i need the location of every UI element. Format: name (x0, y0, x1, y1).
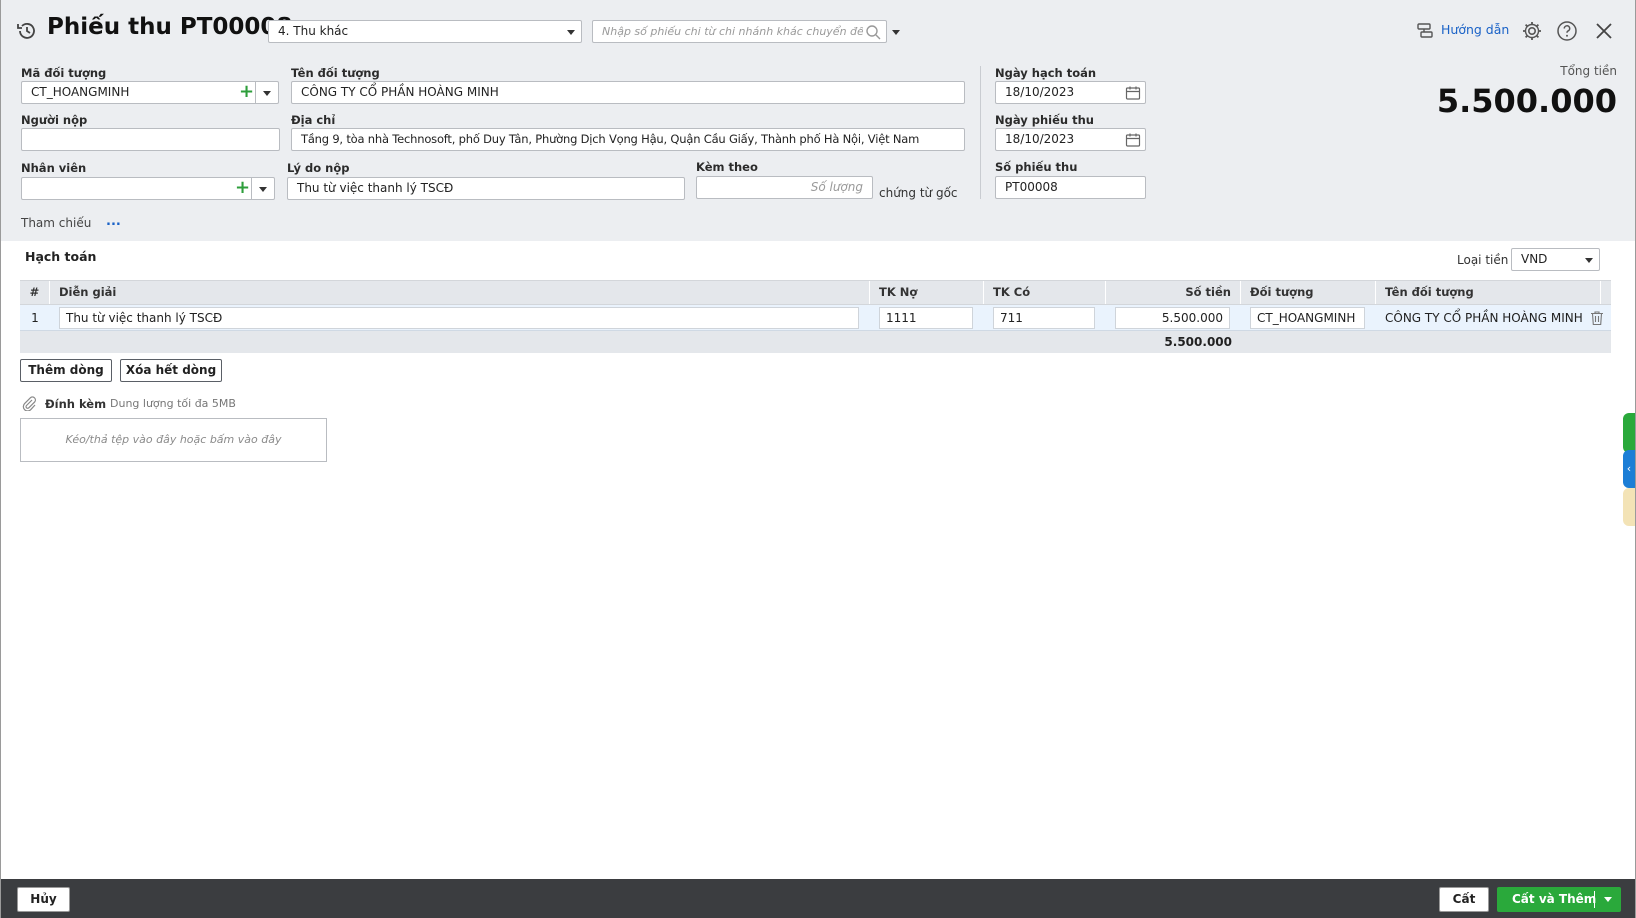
add-row-button[interactable]: Thêm dòng (20, 359, 112, 382)
tham-chieu-link[interactable]: ... (106, 214, 121, 229)
ngay-phieu-thu-value: 18/10/2023 (1005, 132, 1075, 146)
doi-tuong-cell[interactable]: CT_HOANGMINH (1250, 307, 1365, 329)
nguoi-nop-field[interactable] (21, 128, 280, 151)
so-phieu-thu-label: Số phiếu thu (995, 160, 1078, 174)
calendar-icon[interactable] (1124, 131, 1142, 149)
footer-total: 5.500.000 (1164, 335, 1232, 349)
dia-chi-label: Địa chỉ (291, 113, 336, 127)
dia-chi-field[interactable]: Tầng 9, tòa nhà Technosoft, phố Duy Tân,… (291, 128, 965, 151)
col-no: # (20, 281, 50, 304)
ten-doi-tuong-cell: CÔNG TY CỔ PHẦN HOÀNG MINH (1385, 311, 1583, 325)
so-phieu-thu-value: PT00008 (1005, 180, 1058, 194)
side-tab-collapse[interactable]: ‹ (1623, 450, 1635, 488)
col-tk-co: TK Có (984, 281, 1106, 304)
nhan-vien-label: Nhân viên (21, 161, 87, 175)
guide-link[interactable]: Hướng dẫn (1441, 22, 1509, 37)
add-icon[interactable]: + (239, 82, 254, 102)
search-placeholder: Nhập số phiếu chi từ chi nhánh khác chuy… (602, 25, 871, 38)
search-icon[interactable] (863, 22, 883, 42)
so-tien-cell[interactable]: 5.500.000 (1115, 307, 1230, 329)
attachment-dropzone[interactable]: Kéo/thả tệp vào đây hoặc bấm vào đây (20, 418, 327, 462)
tham-chieu-label: Tham chiếu (21, 216, 92, 230)
side-tab-note[interactable] (1623, 488, 1635, 526)
add-icon[interactable]: + (235, 178, 250, 198)
ngay-phieu-thu-label: Ngày phiếu thu (995, 113, 1094, 127)
divider (1594, 891, 1595, 908)
currency-label: Loại tiền (1457, 253, 1509, 267)
voucher-type-value: 4. Thu khác (278, 24, 349, 38)
tk-co-cell[interactable]: 711 (993, 307, 1095, 329)
ly-do-nop-label: Lý do nộp (287, 161, 350, 175)
chevron-down-icon[interactable] (1585, 258, 1593, 263)
clear-rows-button[interactable]: Xóa hết dòng (120, 359, 222, 382)
chevron-down-icon[interactable] (1604, 897, 1612, 902)
chung-tu-goc-text: chứng từ gốc (879, 186, 958, 200)
gear-icon[interactable] (1520, 19, 1544, 43)
divider (251, 178, 252, 199)
accounting-title: Hạch toán (25, 249, 97, 264)
help-icon[interactable] (1555, 19, 1579, 43)
chevron-down-icon[interactable] (567, 30, 575, 35)
voucher-window: Phiếu thu PT00008 4. Thu khác Nhập số ph… (0, 0, 1636, 918)
ly-do-nop-field[interactable]: Thu từ việc thanh lý TSCĐ (287, 177, 685, 200)
ma-doi-tuong-value: CT_HOANGMINH (31, 85, 130, 99)
total-amount: 5.500.000 (1436, 82, 1617, 120)
kem-theo-label: Kèm theo (696, 160, 758, 174)
dien-giai-cell[interactable]: Thu từ việc thanh lý TSCĐ (59, 307, 859, 329)
attachment-limit: Dung lượng tối đa 5MB (110, 397, 236, 410)
cancel-button[interactable]: Hủy (17, 887, 70, 912)
page-title: Phiếu thu PT00008 (47, 14, 293, 40)
chevron-down-icon[interactable] (263, 91, 271, 96)
close-icon[interactable] (1592, 19, 1616, 43)
history-icon[interactable] (15, 19, 39, 43)
divider (886, 21, 887, 42)
branch-voucher-search[interactable]: Nhập số phiếu chi từ chi nhánh khác chuy… (592, 20, 887, 43)
ngay-hach-toan-value: 18/10/2023 (1005, 85, 1075, 99)
guide-icon[interactable] (1414, 20, 1436, 42)
col-so-tien: Số tiền (1106, 281, 1241, 304)
so-phieu-thu-field[interactable]: PT00008 (995, 176, 1146, 199)
tk-no-cell[interactable]: 1111 (879, 307, 973, 329)
table-header: # Diễn giải TK Nợ TK Có Số tiền Đối tượn… (20, 280, 1611, 305)
save-button[interactable]: Cất (1439, 887, 1489, 912)
ten-doi-tuong-field[interactable]: CÔNG TY CỔ PHẦN HOÀNG MINH (291, 81, 965, 104)
ngay-hach-toan-label: Ngày hạch toán (995, 66, 1097, 80)
col-doi-tuong: Đối tượng (1241, 281, 1376, 304)
divider (255, 82, 256, 103)
save-and-add-button[interactable]: Cất và Thêm (1497, 887, 1621, 912)
ly-do-nop-value: Thu từ việc thanh lý TSCĐ (297, 181, 454, 195)
row-number: 1 (31, 311, 39, 325)
attachment-title: Đính kèm (45, 397, 107, 411)
paperclip-icon (20, 394, 38, 412)
dia-chi-value: Tầng 9, tòa nhà Technosoft, phố Duy Tân,… (301, 132, 920, 146)
save-and-add-label: Cất và Thêm (1512, 892, 1597, 906)
nguoi-nop-label: Người nộp (21, 113, 88, 127)
chevron-down-icon[interactable] (892, 30, 900, 35)
ten-doi-tuong-label: Tên đối tượng (291, 66, 380, 80)
ma-doi-tuong-label: Mã đối tượng (21, 66, 107, 80)
chevron-left-icon: ‹ (1626, 462, 1632, 475)
bottom-toolbar: Hủy Cất Cất và Thêm (1, 879, 1635, 918)
currency-value: VND (1521, 252, 1548, 266)
col-tk-no: TK Nợ (870, 281, 984, 304)
voucher-type-select[interactable]: 4. Thu khác (268, 20, 582, 43)
table-footer: 5.500.000 (20, 331, 1611, 353)
chevron-down-icon[interactable] (259, 187, 267, 192)
kem-theo-placeholder: Số lượng (810, 180, 863, 194)
col-ten-doi-tuong: Tên đối tượng (1376, 281, 1601, 304)
col-dien-giai: Diễn giải (50, 281, 870, 304)
ten-doi-tuong-value: CÔNG TY CỔ PHẦN HOÀNG MINH (301, 85, 499, 99)
total-label: Tổng tiền (1560, 64, 1617, 78)
calendar-icon[interactable] (1124, 84, 1142, 102)
side-tab-green[interactable] (1623, 413, 1635, 453)
trash-icon[interactable] (1588, 309, 1606, 327)
section-divider (980, 66, 981, 199)
kem-theo-field[interactable]: Số lượng (696, 176, 873, 199)
table-row[interactable]: 1 Thu từ việc thanh lý TSCĐ 1111 711 5.5… (20, 305, 1611, 331)
